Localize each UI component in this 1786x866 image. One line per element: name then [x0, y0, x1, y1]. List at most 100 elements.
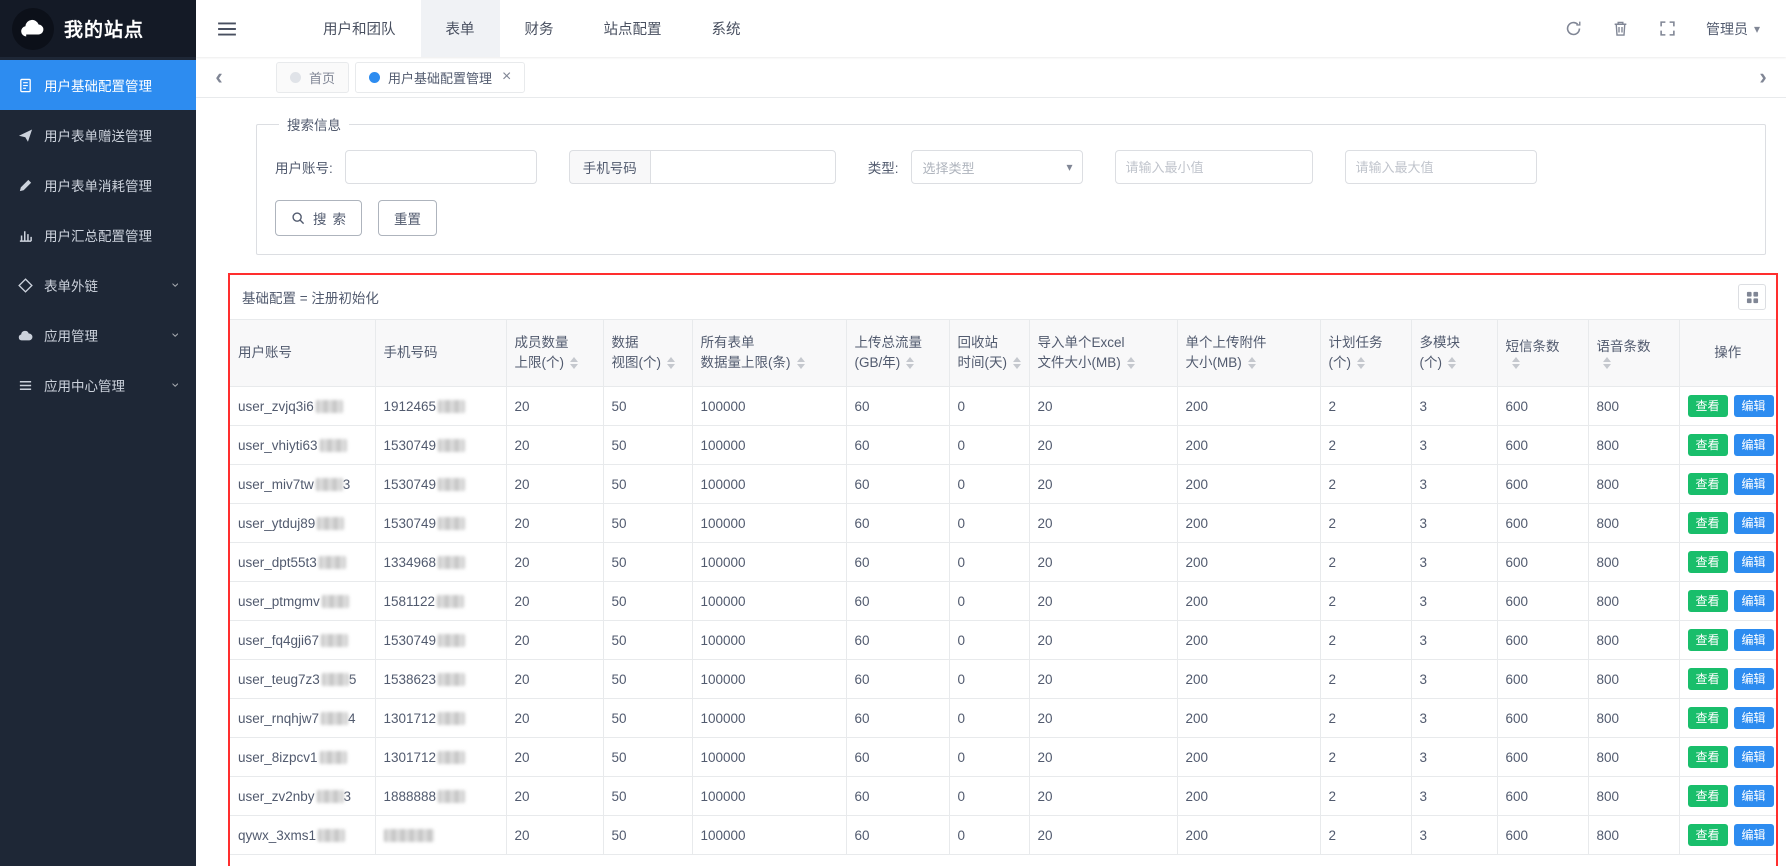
- view-button[interactable]: 查看: [1688, 668, 1728, 690]
- menu-toggle-icon[interactable]: [196, 0, 258, 57]
- column-header[interactable]: 多模块(个): [1411, 320, 1497, 387]
- column-header[interactable]: 计划任务(个): [1320, 320, 1411, 387]
- reset-button[interactable]: 重置: [378, 200, 437, 236]
- app-logo[interactable]: 我的站点: [0, 0, 196, 57]
- sort-icon[interactable]: [906, 357, 914, 369]
- min-value-input[interactable]: [1115, 150, 1313, 184]
- view-button[interactable]: 查看: [1688, 395, 1728, 417]
- redaction-blur: [319, 556, 346, 569]
- redaction-blur: [322, 673, 349, 686]
- edit-button[interactable]: 编辑: [1734, 785, 1774, 807]
- sidebar-item[interactable]: 用户汇总配置管理: [0, 210, 196, 260]
- column-header: 用户账号: [230, 320, 375, 387]
- tags-scroll-left-icon[interactable]: ‹: [196, 66, 242, 88]
- value-cell: 0: [949, 816, 1029, 855]
- nav-item[interactable]: 系统: [687, 0, 766, 57]
- sidebar-item[interactable]: 应用中心管理›: [0, 360, 196, 410]
- column-header[interactable]: 回收站时间(天): [949, 320, 1029, 387]
- data-table: 用户账号手机号码成员数量上限(个)数据视图(个)所有表单数据量上限(条)上传总流…: [230, 319, 1776, 855]
- value-cell: 200: [1177, 621, 1320, 660]
- main-content: 搜索信息 用户账号: 手机号码 类型: 选择类型 ▾: [196, 98, 1786, 866]
- view-button[interactable]: 查看: [1688, 473, 1728, 495]
- tags-scroll-right-icon[interactable]: ›: [1740, 66, 1786, 88]
- nav-item[interactable]: 财务: [500, 0, 579, 57]
- edit-button[interactable]: 编辑: [1734, 551, 1774, 573]
- value-cell: 200: [1177, 738, 1320, 777]
- value-cell: 2: [1320, 465, 1411, 504]
- account-input[interactable]: [345, 150, 537, 184]
- edit-button[interactable]: 编辑: [1734, 668, 1774, 690]
- value-cell: 100000: [692, 387, 846, 426]
- sort-icon[interactable]: [1448, 357, 1456, 369]
- view-button[interactable]: 查看: [1688, 629, 1728, 651]
- edit-button[interactable]: 编辑: [1734, 824, 1774, 846]
- value-cell: 200: [1177, 699, 1320, 738]
- max-value-input[interactable]: [1345, 150, 1537, 184]
- view-button[interactable]: 查看: [1688, 707, 1728, 729]
- view-button[interactable]: 查看: [1688, 434, 1728, 456]
- column-header[interactable]: 单个上传附件大小(MB): [1177, 320, 1320, 387]
- edit-button[interactable]: 编辑: [1734, 707, 1774, 729]
- sort-icon[interactable]: [797, 357, 805, 369]
- view-button[interactable]: 查看: [1688, 824, 1728, 846]
- sort-icon[interactable]: [667, 357, 675, 369]
- sort-icon[interactable]: [1512, 357, 1520, 369]
- view-button[interactable]: 查看: [1688, 590, 1728, 612]
- sort-icon[interactable]: [1013, 357, 1021, 369]
- tab-close-icon[interactable]: ×: [502, 69, 511, 85]
- edit-button[interactable]: 编辑: [1734, 746, 1774, 768]
- fullscreen-icon[interactable]: [1659, 20, 1676, 37]
- view-button[interactable]: 查看: [1688, 512, 1728, 534]
- edit-button[interactable]: 编辑: [1734, 473, 1774, 495]
- tab-item[interactable]: 首页: [276, 62, 349, 93]
- column-header[interactable]: 短信条数: [1497, 320, 1588, 387]
- user-menu[interactable]: 管理员 ▾: [1706, 19, 1760, 39]
- column-header[interactable]: 语音条数: [1588, 320, 1679, 387]
- value-cell: 20: [506, 543, 603, 582]
- sort-icon[interactable]: [1603, 357, 1611, 369]
- table-row: user_dpt55t31334968205010000060020200236…: [230, 543, 1776, 582]
- chevron-down-icon: ›: [170, 383, 184, 388]
- sidebar-item[interactable]: 用户表单消耗管理: [0, 160, 196, 210]
- column-header[interactable]: 导入单个Excel文件大小(MB): [1029, 320, 1177, 387]
- sort-icon[interactable]: [1357, 357, 1365, 369]
- edit-button[interactable]: 编辑: [1734, 629, 1774, 651]
- nav-item[interactable]: 用户和团队: [298, 0, 421, 57]
- sort-icon[interactable]: [1248, 357, 1256, 369]
- edit-button[interactable]: 编辑: [1734, 434, 1774, 456]
- column-header: 手机号码: [375, 320, 506, 387]
- phone-input[interactable]: [650, 150, 836, 184]
- column-settings-button[interactable]: [1738, 284, 1766, 310]
- value-cell: 2: [1320, 426, 1411, 465]
- column-header[interactable]: 数据视图(个): [603, 320, 692, 387]
- sort-icon[interactable]: [1127, 357, 1135, 369]
- edit-button[interactable]: 编辑: [1734, 395, 1774, 417]
- column-header[interactable]: 成员数量上限(个): [506, 320, 603, 387]
- value-cell: 100000: [692, 738, 846, 777]
- edit-button[interactable]: 编辑: [1734, 590, 1774, 612]
- trash-icon[interactable]: [1612, 20, 1629, 37]
- refresh-icon[interactable]: [1565, 20, 1582, 37]
- sort-icon[interactable]: [570, 357, 578, 369]
- value-cell: 20: [1029, 699, 1177, 738]
- view-button[interactable]: 查看: [1688, 746, 1728, 768]
- edit-button[interactable]: 编辑: [1734, 512, 1774, 534]
- nav-item[interactable]: 站点配置: [579, 0, 687, 57]
- value-cell: 0: [949, 465, 1029, 504]
- nav-item[interactable]: 表单: [421, 0, 500, 57]
- column-header[interactable]: 所有表单数据量上限(条): [692, 320, 846, 387]
- type-select[interactable]: 选择类型 ▾: [911, 150, 1083, 184]
- redaction-blur: [321, 634, 348, 647]
- column-header[interactable]: 上传总流量(GB/年): [846, 320, 949, 387]
- sidebar-item[interactable]: 用户基础配置管理: [0, 60, 196, 110]
- view-button[interactable]: 查看: [1688, 785, 1728, 807]
- view-button[interactable]: 查看: [1688, 551, 1728, 573]
- account-cell: user_teug7z35: [230, 660, 375, 699]
- search-button[interactable]: 搜索: [275, 200, 362, 236]
- navbar-right: 管理员 ▾: [1565, 19, 1786, 39]
- value-cell: 0: [949, 543, 1029, 582]
- sidebar-item[interactable]: 应用管理›: [0, 310, 196, 360]
- tab-item[interactable]: 用户基础配置管理×: [355, 62, 525, 93]
- sidebar-item[interactable]: 表单外链›: [0, 260, 196, 310]
- sidebar-item[interactable]: 用户表单赠送管理: [0, 110, 196, 160]
